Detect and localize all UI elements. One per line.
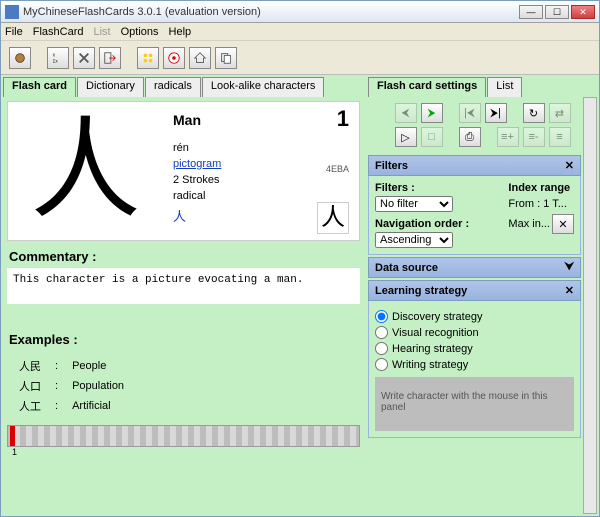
nav-next-icon[interactable]: ⮞ [421,103,443,123]
meaning: Man [173,112,349,128]
refresh-icon[interactable]: ↻ [523,103,545,123]
tab-dictionary[interactable]: Dictionary [77,77,144,97]
svg-text:Σx: Σx [53,58,59,63]
commentary-text: This character is a picture evocating a … [7,268,360,304]
example-row: 人口:Population [13,377,130,395]
play-icon[interactable]: ▷ [395,127,417,147]
collapse-icon: ✕ [565,159,574,172]
tab-flashcard[interactable]: Flash card [3,77,76,97]
unicode-label: 4EBA [326,164,349,174]
progress-current: 1 [12,447,17,457]
progress-marker[interactable] [10,426,15,446]
menu-file[interactable]: File [5,26,23,38]
radical-glyph: 人 [317,202,349,234]
card-number: 1 [337,106,349,132]
right-tabs: Flash card settings List [368,77,597,97]
menu-list: List [93,26,110,38]
filters-header[interactable]: Filters ✕ [368,155,581,176]
close-button[interactable]: ✕ [571,5,595,19]
list-remove-icon: ≡- [523,127,545,147]
menu-options[interactable]: Options [121,26,159,38]
commentary-header: Commentary : [9,249,360,264]
toolbar: x̄Σx [1,41,599,75]
toolbar-copy-icon[interactable] [215,47,237,69]
from-value: 1 [543,198,549,210]
nav-prev-icon: ⮜ [395,103,417,123]
radio-writing[interactable] [375,358,388,371]
navorder-label: Navigation order : [375,218,469,230]
menu-help[interactable]: Help [169,26,192,38]
writing-panel[interactable]: Write character with the mouse in this p… [375,377,574,431]
expand-icon: ⮟ [565,261,574,274]
scrollbar[interactable] [583,97,597,514]
navorder-select[interactable]: Ascending [375,232,453,248]
flashcard-body: 人 1 4EBA Man rén pictogram 2 Strokes rad… [3,97,364,514]
radical-label: radical [173,190,205,202]
examples-header: Examples : [9,332,360,347]
left-tabs: Flash card Dictionary radicals Look-alik… [3,77,364,97]
app-icon [5,5,19,19]
tab-lookalike[interactable]: Look-alike characters [202,77,325,97]
progress-bar[interactable]: 1 [7,425,360,447]
indexrange-label: Index range [508,182,574,194]
right-pane: Flash card settings List ⮜ ⮞ |⮜ ⮞| ↻ ⇄ ▷… [366,75,599,516]
svg-text:x̄: x̄ [53,52,56,57]
titlebar: MyChineseFlashCards 3.0.1 (evaluation ve… [1,1,599,23]
nav-last-icon[interactable]: ⮞| [485,103,507,123]
toolbar-favorites-icon[interactable] [137,47,159,69]
toolbar-home-icon[interactable] [189,47,211,69]
maxin-label: Max in... [508,218,550,230]
nav-first-icon: |⮜ [459,103,481,123]
learning-header[interactable]: Learning strategy ✕ [368,280,581,301]
toolbar-sound-icon[interactable] [9,47,31,69]
example-row: 人工:Artificial [13,397,130,415]
toolbar-tools-icon[interactable] [73,47,95,69]
collapse-icon: ✕ [565,284,574,297]
datasource-header[interactable]: Data source ⮟ [368,257,581,278]
to-label: T... [552,198,567,210]
tab-radicals[interactable]: radicals [145,77,201,97]
stop-icon: □ [421,127,443,147]
toolbar-help-icon[interactable] [163,47,185,69]
shuffle-icon: ⇄ [549,103,571,123]
print-icon[interactable]: ⎙ [459,127,481,147]
radical-small[interactable]: 人 [173,209,186,224]
toolbar-exit-icon[interactable] [99,47,121,69]
left-pane: Flash card Dictionary radicals Look-alik… [1,75,366,516]
main-glyph: 人 [31,116,141,226]
radio-discovery[interactable] [375,310,388,323]
window-title: MyChineseFlashCards 3.0.1 (evaluation ve… [23,6,519,18]
radio-visual[interactable] [375,326,388,339]
toolbar-stats-icon[interactable]: x̄Σx [47,47,69,69]
radio-hearing[interactable] [375,342,388,355]
main-glyph-box: 人 [8,102,163,240]
stroke-count: 2 Strokes [173,174,349,186]
menubar: File FlashCard List Options Help [1,23,599,41]
examples-table: 人民:People 人口:Population 人工:Artificial [11,355,356,417]
filters-label: Filters : [375,182,469,194]
maxin-settings-icon[interactable]: ✕ [552,214,574,234]
etymology-link[interactable]: pictogram [173,158,221,170]
pinyin: rén [173,142,349,154]
tab-settings[interactable]: Flash card settings [368,77,486,97]
menu-flashcard[interactable]: FlashCard [33,26,84,38]
list-add-icon: ≡+ [497,127,519,147]
example-row: 人民:People [13,357,130,375]
list-view-icon: ≡ [549,127,571,147]
from-label: From : [508,198,540,210]
filters-select[interactable]: No filter [375,196,453,212]
minimize-button[interactable]: — [519,5,543,19]
tab-list[interactable]: List [487,77,522,97]
maximize-button[interactable]: ☐ [545,5,569,19]
nav-button-panel: ⮜ ⮞ |⮜ ⮞| ↻ ⇄ ▷ □ ⎙ ≡+ ≡- ≡ [368,97,597,153]
